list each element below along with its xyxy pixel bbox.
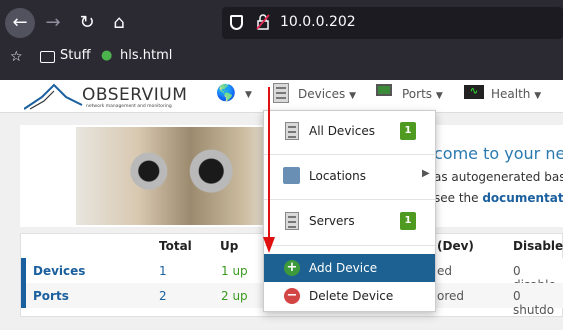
row-accent xyxy=(21,258,26,283)
row-ignored: ored xyxy=(437,289,465,303)
url-bar[interactable]: 10.0.0.202 xyxy=(222,7,563,39)
home-icon[interactable]: ⌂ xyxy=(104,8,134,38)
server-icon xyxy=(285,122,299,140)
observium-logo[interactable]: OBSERVIUM network management and monitor… xyxy=(24,83,194,111)
devices-dropdown-menu: All Devices 1 Locations ▶ Servers 1 + Ad… xyxy=(263,110,436,312)
heartbeat-icon[interactable]: ∿ xyxy=(464,85,484,99)
row-disabled: 0 shutdo xyxy=(513,289,555,317)
row-total[interactable]: 1 xyxy=(159,264,167,278)
menu-divider xyxy=(264,199,435,200)
monitor-icon[interactable] xyxy=(376,84,392,96)
forward-arrow-icon[interactable]: → xyxy=(38,8,68,38)
chevron-down-icon[interactable]: ▼ xyxy=(534,91,541,101)
chevron-down-icon[interactable]: ▼ xyxy=(436,91,443,101)
welcome-text-docs: see the documentation xyxy=(434,191,563,205)
menu-item-label[interactable]: Add Device xyxy=(309,261,377,275)
bookmark-star-icon[interactable]: ☆ xyxy=(10,49,23,65)
nav-devices[interactable]: Devices ▼ xyxy=(298,87,356,101)
chevron-down-icon[interactable]: ▼ xyxy=(349,91,356,101)
logo-subtitle: network management and monitoring xyxy=(86,104,172,109)
logo-text: OBSERVIUM xyxy=(82,85,188,105)
menu-item-label[interactable]: Servers xyxy=(309,214,355,228)
bookmark-hls[interactable]: hls.html xyxy=(120,48,172,63)
insecure-lock-icon[interactable] xyxy=(256,14,270,30)
menu-divider xyxy=(264,154,435,155)
welcome-title: come to your ne xyxy=(434,144,563,163)
docs-prefix: see the xyxy=(434,191,483,205)
menu-divider xyxy=(264,245,435,246)
menu-item-label[interactable]: Locations xyxy=(309,169,366,183)
minus-circle-icon: − xyxy=(284,288,300,304)
nav-health-label[interactable]: Health xyxy=(491,87,530,101)
menu-item-label[interactable]: Delete Device xyxy=(309,289,393,303)
globe-icon[interactable]: 🌎 xyxy=(216,83,236,102)
frog-icon: ● xyxy=(101,48,113,63)
menu-item-label[interactable]: All Devices xyxy=(309,124,375,138)
row-up[interactable]: 1 up xyxy=(221,264,248,278)
chevron-down-icon[interactable]: ▼ xyxy=(245,90,252,100)
browser-toolbar: ← → ↻ ⌂ 10.0.0.202 ☆ Stuff ● hls.html xyxy=(0,0,563,80)
url-text[interactable]: 10.0.0.202 xyxy=(280,14,356,30)
welcome-image xyxy=(76,127,284,225)
nav-ports[interactable]: Ports ▼ xyxy=(402,87,443,101)
folder-icon xyxy=(40,51,55,63)
row-up[interactable]: 2 up xyxy=(221,289,248,303)
app-navbar: OBSERVIUM network management and monitor… xyxy=(0,80,563,113)
menu-item-all-devices[interactable]: All Devices 1 xyxy=(264,117,435,145)
buildings-icon xyxy=(283,167,300,184)
col-header-disabled: Disabled xyxy=(513,239,563,253)
menu-item-locations[interactable]: Locations ▶ xyxy=(264,162,435,190)
bookmarks-bar: ☆ Stuff ● hls.html xyxy=(0,46,563,72)
nav-devices-label[interactable]: Devices xyxy=(298,87,345,101)
row-accent xyxy=(21,283,26,308)
menu-item-servers[interactable]: Servers 1 xyxy=(264,207,435,235)
row-ignored: ed xyxy=(437,264,452,278)
nav-health[interactable]: Health ▼ xyxy=(491,87,541,101)
nav-ports-label[interactable]: Ports xyxy=(402,87,432,101)
server-icon xyxy=(285,212,299,230)
reload-icon[interactable]: ↻ xyxy=(72,8,102,38)
annotation-arrow xyxy=(263,87,275,253)
documentation-link[interactable]: documentation xyxy=(482,191,563,205)
plus-circle-icon: + xyxy=(284,260,300,276)
row-total[interactable]: 2 xyxy=(159,289,167,303)
menu-item-delete-device[interactable]: − Delete Device xyxy=(264,282,435,310)
chevron-right-icon: ▶ xyxy=(422,168,430,179)
count-badge: 1 xyxy=(400,212,416,230)
bookmark-stuff[interactable]: Stuff xyxy=(60,48,91,63)
menu-item-add-device[interactable]: + Add Device xyxy=(264,254,435,282)
mountain-logo-icon xyxy=(24,83,83,110)
row-name-devices[interactable]: Devices xyxy=(33,264,85,278)
shield-icon[interactable] xyxy=(230,15,243,30)
count-badge: 1 xyxy=(400,122,416,140)
col-header-dev: (Dev) xyxy=(437,239,474,253)
welcome-text: as autogenerated base xyxy=(434,170,563,184)
back-arrow-icon[interactable]: ← xyxy=(5,8,35,38)
col-header-total: Total xyxy=(159,239,192,253)
col-header-up: Up xyxy=(220,239,239,253)
row-name-ports[interactable]: Ports xyxy=(33,289,69,303)
